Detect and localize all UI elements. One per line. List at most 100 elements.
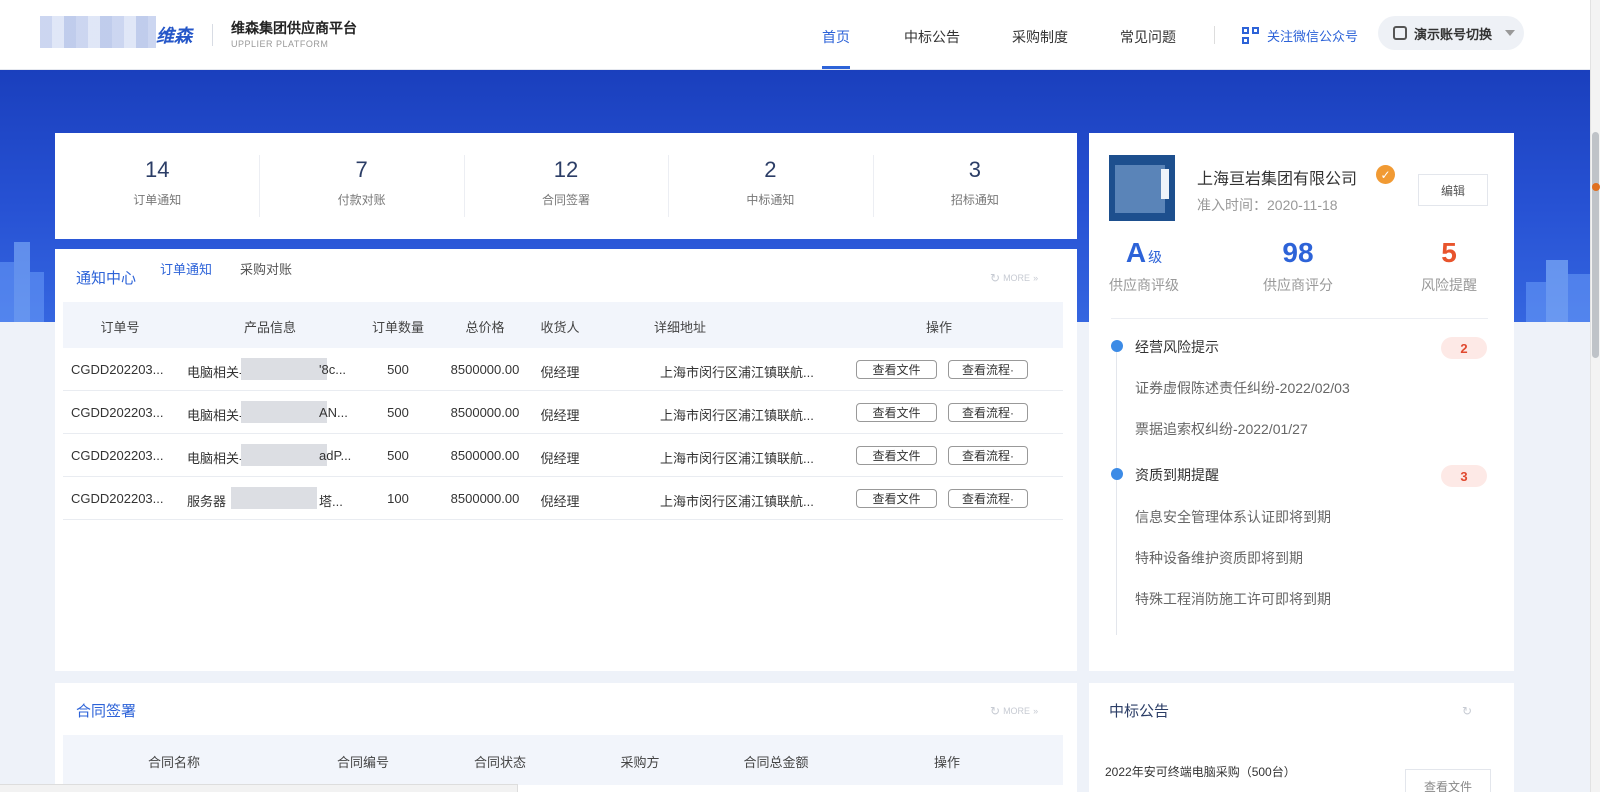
- contract-signing-card: 合同签署 ↻ MORE » 合同名称 合同编号 合同状态 采购方 合同总金额 操…: [55, 683, 1077, 792]
- tab-order-notice[interactable]: 订单通知: [160, 259, 212, 278]
- logo-image: [40, 16, 156, 48]
- nav-home[interactable]: 首页: [822, 27, 850, 47]
- top-header: 维森 维森集团供应商平台 UPPLIER PLATFORM 首页 中标公告 采购…: [0, 0, 1590, 70]
- stat-order-notice[interactable]: 14 订单通知: [55, 133, 259, 239]
- stat-bid-win-notice[interactable]: 2 中标通知: [668, 133, 872, 239]
- stat-contract-signing[interactable]: 12 合同签署: [463, 133, 668, 239]
- refresh-icon: ↻: [990, 271, 1001, 285]
- cell-qty: 500: [387, 362, 409, 377]
- stat-value: 12: [553, 157, 579, 182]
- cell-order-no: CGDD202203...: [71, 491, 164, 506]
- nav-procurement-policy[interactable]: 采购制度: [1012, 27, 1068, 47]
- cell-product-prefix: 电脑相关-: [187, 365, 244, 380]
- platform-title: 维森集团供应商平台: [231, 20, 357, 36]
- col-order-no: 订单号: [100, 320, 140, 335]
- logo-divider: [212, 24, 213, 46]
- more-label: MORE: [1003, 273, 1031, 283]
- cell-address: 上海市闵行区浦江镇联航...: [660, 365, 814, 380]
- metric-label: 风险提醒: [1421, 277, 1477, 293]
- stat-payment-reconciliation[interactable]: 7 付款对账: [259, 133, 463, 239]
- col-actions: 操作: [925, 320, 953, 335]
- nav-divider: [1214, 26, 1215, 44]
- redacted-product-name: [241, 358, 327, 380]
- nav-faq[interactable]: 常见问题: [1120, 27, 1176, 47]
- qualification-alert-item[interactable]: 信息安全管理体系认证即将到期: [1135, 507, 1331, 527]
- business-risk-title: 经营风险提示: [1135, 339, 1219, 355]
- platform-subtitle: UPPLIER PLATFORM: [231, 39, 329, 49]
- view-file-button[interactable]: 查看文件: [856, 360, 937, 379]
- qualification-alert-item[interactable]: 特种设备维护资质即将到期: [1135, 548, 1303, 568]
- timeline-dot: [1111, 468, 1123, 480]
- cell-order-no: CGDD202203...: [71, 362, 164, 377]
- metric-value: A级: [1125, 237, 1163, 268]
- switch-account-icon: [1393, 26, 1407, 40]
- business-risk-count-badge: 2: [1441, 337, 1487, 359]
- view-file-button[interactable]: 查看文件: [856, 403, 937, 422]
- wechat-follow-link[interactable]: 关注微信公众号: [1242, 26, 1358, 45]
- view-process-button[interactable]: 查看流程·: [948, 403, 1028, 422]
- stat-value: 3: [968, 157, 981, 182]
- timeline-line: [1116, 345, 1117, 635]
- nav-bid-announcement[interactable]: 中标公告: [904, 27, 960, 47]
- refresh-icon: ↻: [990, 704, 1001, 718]
- stat-label: 订单通知: [133, 193, 182, 207]
- supplier-profile-card: 上海亘岩集团有限公司 ✓ 准入时间：2020-11-18 编辑 A级 供应商评级…: [1089, 133, 1514, 671]
- company-logo: [1109, 155, 1175, 221]
- stat-label: 付款对账: [337, 193, 386, 207]
- stat-value: 2: [764, 157, 777, 182]
- announcement-item[interactable]: 2022年安可终端电脑采购（500台）: [1105, 763, 1296, 780]
- contract-more-link[interactable]: ↻ MORE »: [990, 704, 1038, 718]
- stat-tender-notice[interactable]: 3 招标通知: [872, 133, 1077, 239]
- metric-supplier-rating: A级 供应商评级: [1109, 237, 1179, 295]
- notice-center-title: 通知中心: [76, 270, 137, 287]
- cell-product-suffix: '8c...: [319, 362, 347, 377]
- stat-label: 中标通知: [746, 193, 795, 207]
- table-row: CGDD202203... 服务器 塔... 100 8500000.00 倪经…: [63, 477, 1063, 520]
- more-label: MORE: [1003, 706, 1031, 716]
- cell-qty: 500: [387, 448, 409, 463]
- tab-purchase-reconciliation[interactable]: 采购对账: [240, 259, 292, 278]
- bid-announcement-title: 中标公告: [1109, 703, 1170, 720]
- account-switch-dropdown[interactable]: 演示账号切换: [1378, 16, 1524, 50]
- col-contract-status: 合同状态: [473, 755, 527, 770]
- view-file-button[interactable]: 查看文件: [1405, 769, 1491, 792]
- view-process-button[interactable]: 查看流程·: [948, 360, 1028, 379]
- cell-order-no: CGDD202203...: [71, 448, 164, 463]
- stat-label: 招标通知: [950, 193, 999, 207]
- cell-receiver: 倪经理: [540, 408, 580, 423]
- page-scrollbar[interactable]: [1590, 0, 1600, 792]
- stat-label: 合同签署: [542, 193, 591, 207]
- col-contract-no: 合同编号: [336, 755, 390, 770]
- metric-value: 5: [1441, 237, 1457, 268]
- qualification-alert-item[interactable]: 特殊工程消防施工许可即将到期: [1135, 589, 1331, 609]
- contract-table-header: 合同名称 合同编号 合同状态 采购方 合同总金额 操作: [63, 735, 1063, 785]
- view-file-button[interactable]: 查看文件: [856, 489, 937, 508]
- notice-more-link[interactable]: ↻ MORE »: [990, 271, 1038, 285]
- metric-value: 98: [1282, 237, 1314, 268]
- risk-alert-item[interactable]: 票据追索权纠纷-2022/01/27: [1135, 419, 1308, 439]
- edit-button[interactable]: 编辑: [1418, 174, 1488, 206]
- col-order-qty: 订单数量: [371, 320, 425, 335]
- account-switch-label: 演示账号切换: [1414, 26, 1493, 42]
- cell-price: 8500000.00: [450, 362, 520, 377]
- cell-receiver: 倪经理: [540, 451, 580, 466]
- cell-receiver: 倪经理: [540, 494, 580, 509]
- cell-product-suffix: 塔...: [319, 494, 343, 509]
- table-row: CGDD202203... 电脑相关- '8c... 500 8500000.0…: [63, 348, 1063, 391]
- table-row: CGDD202203... 电脑相关- AN... 500 8500000.00…: [63, 391, 1063, 434]
- col-contract-amount: 合同总金额: [743, 755, 809, 770]
- join-date: 准入时间：2020-11-18: [1197, 197, 1338, 213]
- cell-product-prefix: 电脑相关-: [187, 451, 244, 466]
- browser-status-bar: [0, 784, 518, 792]
- qualification-expiry-title: 资质到期提醒: [1135, 467, 1219, 483]
- company-name: 上海亘岩集团有限公司: [1197, 171, 1358, 188]
- logo-brand-text: 维森: [156, 26, 192, 46]
- col-contract-actions: 操作: [933, 755, 961, 770]
- scrollbar-thumb[interactable]: [1592, 132, 1599, 358]
- metric-supplier-score: 98 供应商评分: [1263, 237, 1333, 295]
- announcement-refresh[interactable]: ↻: [1462, 704, 1472, 718]
- view-process-button[interactable]: 查看流程·: [948, 446, 1028, 465]
- view-file-button[interactable]: 查看文件: [856, 446, 937, 465]
- view-process-button[interactable]: 查看流程·: [948, 489, 1028, 508]
- risk-alert-item[interactable]: 证券虚假陈述责任纠纷-2022/02/03: [1135, 378, 1350, 398]
